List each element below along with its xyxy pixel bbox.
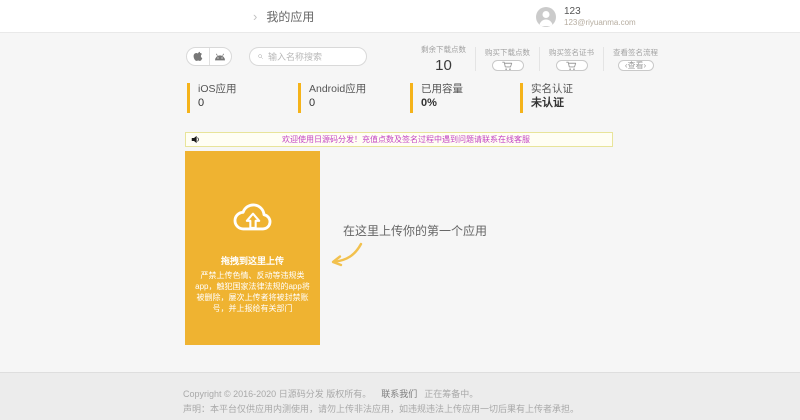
first-app-hint: 在这里上传你的第一个应用 xyxy=(343,224,488,238)
breadcrumb-label: 我的应用 xyxy=(266,10,315,24)
platform-filter xyxy=(186,47,232,66)
contact-status: 正在筹备中。 xyxy=(424,389,479,399)
card-label: iOS应用 xyxy=(198,83,237,95)
stat-value: 10 xyxy=(435,57,452,74)
card-label: 实名认证 xyxy=(531,83,573,95)
curved-arrow-icon xyxy=(328,242,364,272)
user-menu[interactable]: 123 123@riyuanma.com xyxy=(536,6,636,28)
card-android-apps: Android应用 0 xyxy=(298,83,398,113)
footer-copyright-line: Copyright © 2016-2020 日源码分发 版权所有。 联系我们 正在筹… xyxy=(183,387,478,400)
page: › 我的应用 123 123@riyuanma.com 输入名称搜索 剩余下载点… xyxy=(0,0,800,420)
apple-icon xyxy=(193,51,203,61)
footer: Copyright © 2016-2020 日源码分发 版权所有。 联系我们 正在筹… xyxy=(0,372,800,420)
upload-warning: 严禁上传色情、反动等违规类app，触犯国家法律法规的app将被删除，屡次上传者将… xyxy=(195,271,310,313)
search-input[interactable] xyxy=(268,51,358,62)
top-header: › 我的应用 123 123@riyuanma.com xyxy=(0,0,800,33)
card-ios-apps: iOS应用 0 xyxy=(187,83,287,113)
filter-android-button[interactable] xyxy=(208,48,232,65)
user-name: 123 xyxy=(564,6,581,17)
buy-download-points-button[interactable] xyxy=(491,60,524,71)
android-icon xyxy=(215,53,226,60)
upload-dropzone[interactable]: 拖拽到这里上传 严禁上传色情、反动等违规类app，触犯国家法律法规的app将被删… xyxy=(185,151,320,345)
account-stats: 剩余下载点数 10 购买下载点数 购买签名证书 查看签名流程 ‹查看› xyxy=(412,44,667,74)
cloud-upload-icon xyxy=(185,199,320,242)
stat-download-points: 剩余下载点数 10 xyxy=(412,44,475,74)
user-email: 123@riyuanma.com xyxy=(564,18,636,27)
stat-label: 购买签名证书 xyxy=(549,48,594,57)
filter-ios-button[interactable] xyxy=(187,48,209,65)
speaker-icon xyxy=(191,135,200,144)
copyright-text: Copyright © 2016-2020 日源码分发 版权所有。 xyxy=(183,389,372,399)
notice-text: 欢迎使用日源码分发！充值点数及签名过程中遇到问题请联系在线客服 xyxy=(282,135,530,144)
card-value: 0 xyxy=(309,97,316,109)
card-value: 0% xyxy=(421,97,437,109)
stat-buy-download-points: 购买下载点数 xyxy=(475,47,539,71)
stat-label: 查看签名流程 xyxy=(613,48,658,57)
stat-buy-certificate: 购买签名证书 xyxy=(539,47,603,71)
view-signing-process-button[interactable]: ‹查看› xyxy=(617,60,654,71)
avatar xyxy=(536,7,556,27)
card-label: Android应用 xyxy=(309,83,367,95)
buy-certificate-button[interactable] xyxy=(555,60,588,71)
card-real-name-verification: 实名认证 未认证 xyxy=(520,83,620,113)
stat-label: 购买下载点数 xyxy=(485,48,530,57)
contact-us-link[interactable]: 联系我们 xyxy=(381,389,417,399)
card-value: 未认证 xyxy=(531,97,564,109)
card-storage-used: 已用容量 0% xyxy=(410,83,510,113)
user-icon xyxy=(539,11,553,27)
footer-disclaimer: 声明：本平台仅供应用内测使用，请勿上传非法应用，如违规违法上传应用一切后果有上传… xyxy=(183,404,580,414)
card-label: 已用容量 xyxy=(421,83,463,95)
notice-bar: 欢迎使用日源码分发！充值点数及签名过程中遇到问题请联系在线客服 xyxy=(185,132,613,147)
stat-label: 剩余下载点数 xyxy=(421,45,466,54)
cart-icon xyxy=(502,61,513,70)
card-value: 0 xyxy=(198,97,205,109)
chevron-right-icon: › xyxy=(253,9,258,24)
upload-title: 拖拽到这里上传 xyxy=(220,256,284,266)
cart-icon xyxy=(566,61,577,70)
search-icon xyxy=(258,54,263,59)
user-info: 123 123@riyuanma.com xyxy=(564,6,636,28)
stat-signing-process: 查看签名流程 ‹查看› xyxy=(603,47,667,71)
search-box xyxy=(249,47,367,66)
breadcrumb[interactable]: › 我的应用 xyxy=(253,0,314,33)
